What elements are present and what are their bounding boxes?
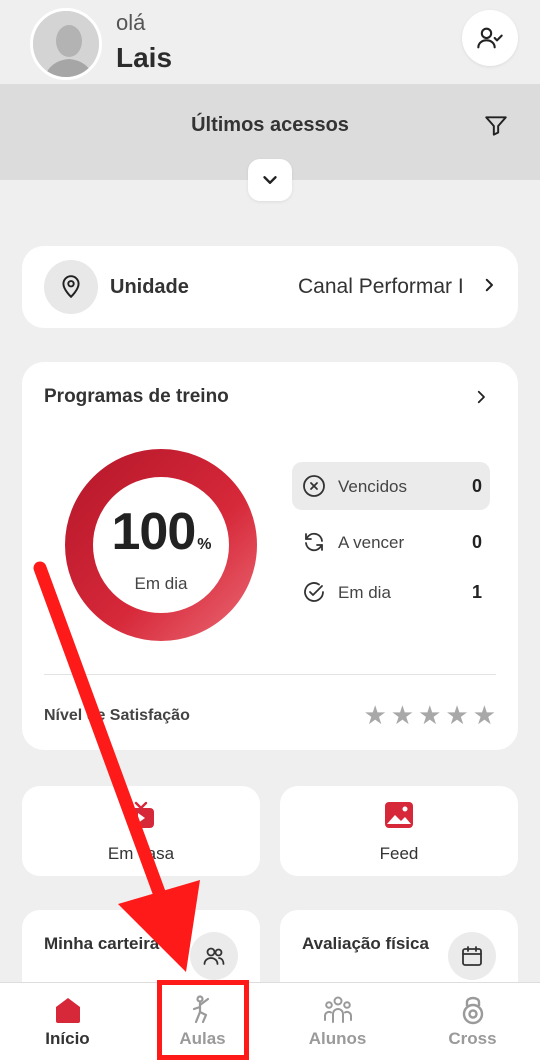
user-check-icon (477, 27, 503, 49)
filter-icon (485, 116, 507, 136)
programs-open-icon[interactable] (472, 388, 490, 411)
avatar[interactable] (30, 8, 102, 80)
users-icon (190, 932, 238, 980)
divider (44, 674, 496, 675)
location-pin-icon (44, 260, 98, 314)
calendar-icon (448, 932, 496, 980)
x-circle-icon (303, 475, 325, 497)
stat-expired[interactable]: Vencidos 0 (292, 462, 490, 510)
chevron-right-icon (480, 276, 498, 299)
programs-title: Programas de treino (44, 386, 229, 407)
tv-play-icon (128, 801, 154, 828)
recent-accesses-title: Últimos acessos (191, 114, 349, 136)
annotation-highlight-box (157, 980, 249, 1060)
kettlebell-icon (462, 996, 483, 1025)
chevron-down-icon (263, 176, 277, 184)
star-icon[interactable]: ★ (418, 702, 441, 728)
training-programs-card: Programas de treino 100% Em dia Vencidos… (22, 362, 518, 750)
progress-label: Em dia (134, 574, 188, 593)
user-name: Lais (116, 42, 173, 73)
check-circle-icon (304, 582, 324, 602)
app-header: olá Lais (0, 0, 540, 84)
progress-percent: 100% (111, 503, 212, 561)
satisfaction-label: Nível de Satisfação (44, 707, 190, 724)
stat-on-time[interactable]: Em dia 1 (292, 568, 490, 616)
unit-label: Unidade (110, 276, 189, 298)
unit-selector[interactable]: Unidade Canal Performar I (22, 246, 518, 328)
satisfaction-rating[interactable]: ★ ★ ★ ★ ★ (363, 702, 496, 728)
profile-button[interactable] (462, 10, 518, 66)
unit-value: Canal Performar I (298, 275, 464, 298)
greeting-text: olá (116, 10, 146, 35)
feed-tile[interactable]: Feed (280, 786, 518, 876)
at-home-tile[interactable]: Em casa (22, 786, 260, 876)
stat-expiring[interactable]: A vencer 0 (292, 518, 490, 566)
group-icon (323, 996, 352, 1023)
image-icon (385, 802, 413, 828)
home-icon (55, 998, 80, 1023)
nav-home[interactable]: Início (0, 983, 135, 1062)
star-icon[interactable]: ★ (473, 702, 496, 728)
star-icon[interactable]: ★ (445, 702, 468, 728)
bottom-navigation: Início Aulas Alunos Cross (0, 982, 540, 1062)
star-icon[interactable]: ★ (363, 702, 386, 728)
nav-students[interactable]: Alunos (270, 983, 405, 1062)
star-icon[interactable]: ★ (391, 702, 414, 728)
nav-cross[interactable]: Cross (405, 983, 540, 1062)
expand-recent-button[interactable] (248, 159, 292, 201)
filter-button[interactable] (474, 104, 518, 148)
refresh-icon (305, 532, 323, 552)
